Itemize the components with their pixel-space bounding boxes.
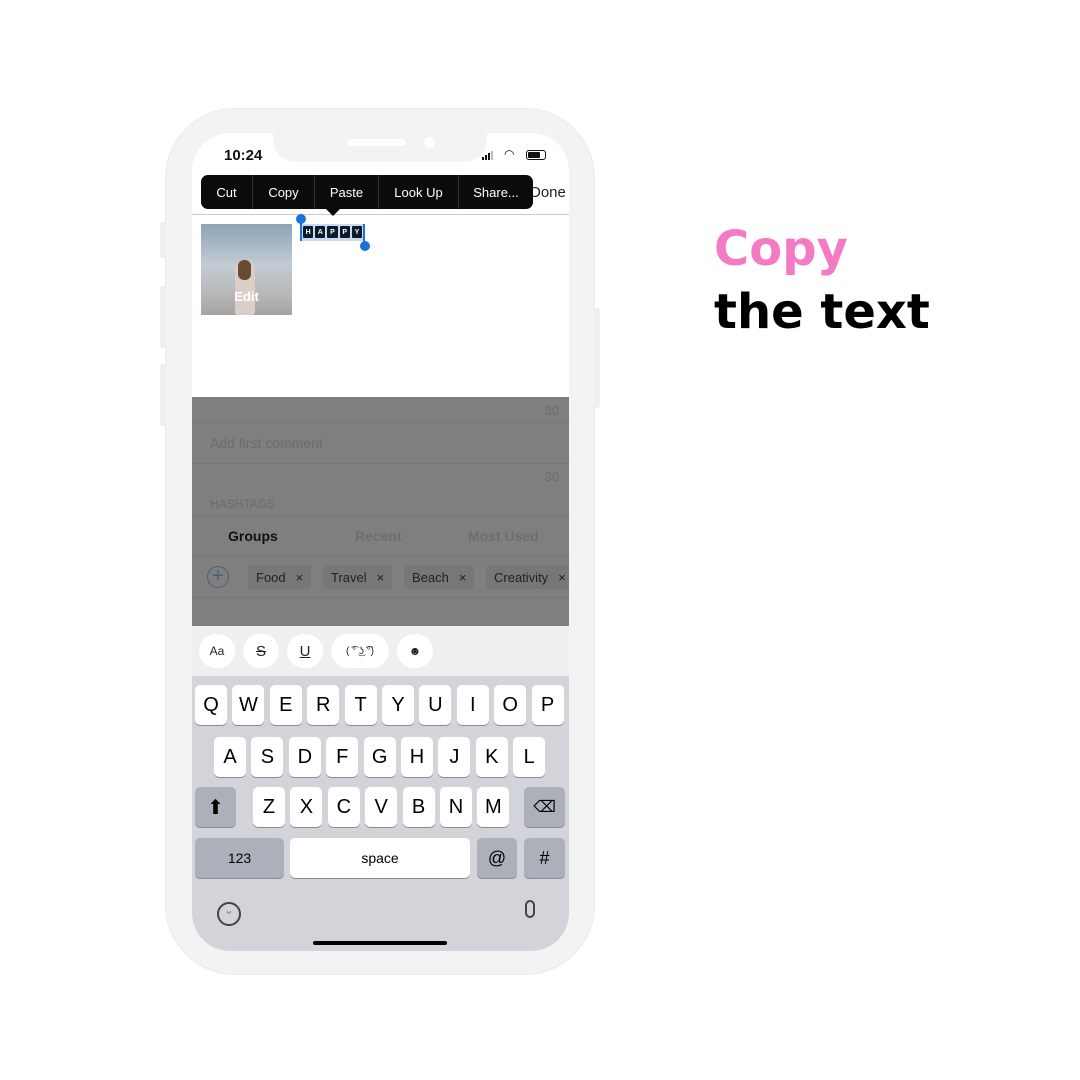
volume-down-button <box>160 364 166 426</box>
edit-photo-label[interactable]: Edit <box>201 289 292 304</box>
key-z[interactable]: Z <box>253 787 285 827</box>
key-m[interactable]: M <box>477 787 510 827</box>
menu-copy[interactable]: Copy <box>253 175 315 209</box>
strikethrough-button[interactable]: S <box>243 634 279 668</box>
font-size-button[interactable]: Aa <box>199 634 235 668</box>
numbers-key[interactable]: 123 <box>195 838 284 878</box>
volume-up-button <box>160 286 166 348</box>
divider <box>192 214 569 215</box>
key-k[interactable]: K <box>475 737 508 777</box>
key-g[interactable]: G <box>363 737 396 777</box>
key-o[interactable]: O <box>494 685 527 725</box>
key-b[interactable]: B <box>402 787 435 827</box>
headline-line1: Copy <box>714 221 848 277</box>
wifi-icon: ◠ <box>504 147 515 161</box>
comment-count: 30 <box>544 469 559 484</box>
letter: P <box>339 226 350 238</box>
letter: A <box>315 226 326 238</box>
key-y[interactable]: Y <box>382 685 414 725</box>
camera <box>424 137 435 148</box>
menu-look-up[interactable]: Look Up <box>379 175 459 209</box>
microphone-icon[interactable] <box>525 900 535 918</box>
hashtag-chip[interactable]: Travel × <box>323 565 393 589</box>
hashtags-label: HASHTAGS <box>210 497 276 511</box>
done-button[interactable]: Done <box>530 184 566 201</box>
shift-key[interactable]: ⬆ <box>195 787 236 827</box>
speaker <box>348 139 406 146</box>
lenny-face-button[interactable]: ( ͡° ͜ʖ ͡°) <box>331 634 389 668</box>
emoji-keyboard-icon[interactable]: ᵕ <box>217 902 241 926</box>
photo-hair <box>238 260 251 280</box>
remove-icon[interactable]: × <box>377 570 385 585</box>
emoji-face-button[interactable]: ☻ <box>397 634 433 668</box>
letter: H <box>303 226 314 238</box>
key-q[interactable]: Q <box>195 685 227 725</box>
key-l[interactable]: L <box>513 737 546 777</box>
hashtag-chip[interactable]: Food × <box>248 565 312 589</box>
headline-line2: the text <box>714 284 930 340</box>
key-i[interactable]: I <box>456 685 489 725</box>
key-c[interactable]: C <box>327 787 360 827</box>
tab-recent[interactable]: Recent <box>355 528 402 544</box>
key-v[interactable]: V <box>365 787 398 827</box>
key-d[interactable]: D <box>288 737 321 777</box>
key-f[interactable]: F <box>326 737 359 777</box>
space-key[interactable]: space <box>290 838 470 878</box>
home-indicator <box>313 941 447 945</box>
menu-share[interactable]: Share... <box>459 175 533 209</box>
menu-paste[interactable]: Paste <box>315 175 379 209</box>
hashtag-chip[interactable]: Creativity × <box>486 565 569 589</box>
menu-cut[interactable]: Cut <box>201 175 253 209</box>
signal-icon <box>482 151 493 160</box>
keyboard: ⬆ ⌫ 123 space @ # ᵕ QWERTYUIOP ASDFGHJKL Z… <box>192 676 569 951</box>
key-j[interactable]: J <box>438 737 471 777</box>
key-e[interactable]: E <box>269 685 302 725</box>
power-button <box>594 308 600 408</box>
delete-key[interactable]: ⌫ <box>524 787 565 827</box>
key-x[interactable]: X <box>290 787 323 827</box>
tab-most-used[interactable]: Most Used <box>468 528 539 544</box>
key-h[interactable]: H <box>401 737 433 777</box>
underline-button[interactable]: U <box>287 634 323 668</box>
remove-icon[interactable]: × <box>558 570 566 585</box>
letter: P <box>327 226 338 238</box>
first-comment-input[interactable]: Add first comment <box>210 435 323 451</box>
notch <box>273 133 487 162</box>
hashtag-chip[interactable]: Beach × <box>404 565 475 589</box>
hash-key[interactable]: # <box>524 838 565 878</box>
key-w[interactable]: W <box>232 685 265 725</box>
tab-groups[interactable]: Groups <box>228 528 278 544</box>
remove-icon[interactable]: × <box>459 570 467 585</box>
key-n[interactable]: N <box>440 787 472 827</box>
key-u[interactable]: U <box>419 685 452 725</box>
at-key[interactable]: @ <box>477 838 517 878</box>
headline: Copy the text <box>714 218 930 344</box>
format-toolbar: Aa S U ( ͡° ͜ʖ ͡°) ☻ <box>192 626 569 676</box>
key-t[interactable]: T <box>344 685 377 725</box>
phone-screen: 10:24 ◠ Done Cut Copy Paste Look Up Shar… <box>192 133 569 951</box>
selected-text[interactable]: HAPPY <box>300 224 365 241</box>
mute-switch <box>160 222 166 258</box>
key-p[interactable]: P <box>531 685 564 725</box>
add-group-icon[interactable]: + <box>207 566 229 588</box>
post-photo[interactable]: Edit <box>201 224 292 315</box>
status-time: 10:24 <box>224 147 263 164</box>
selection-end-knob[interactable] <box>360 241 370 251</box>
caption-count: 30 <box>544 403 559 418</box>
letter: Y <box>351 226 363 238</box>
key-a[interactable]: A <box>214 737 246 777</box>
dimmed-overlay: 30 Add first comment 30 HASHTAGS Groups … <box>192 397 569 626</box>
key-s[interactable]: S <box>251 737 284 777</box>
menu-caret <box>325 208 341 216</box>
selection-start-knob[interactable] <box>296 214 306 224</box>
battery-icon <box>526 150 546 160</box>
key-r[interactable]: R <box>307 685 340 725</box>
edit-menu: Cut Copy Paste Look Up Share... <box>201 175 533 209</box>
remove-icon[interactable]: × <box>296 570 304 585</box>
